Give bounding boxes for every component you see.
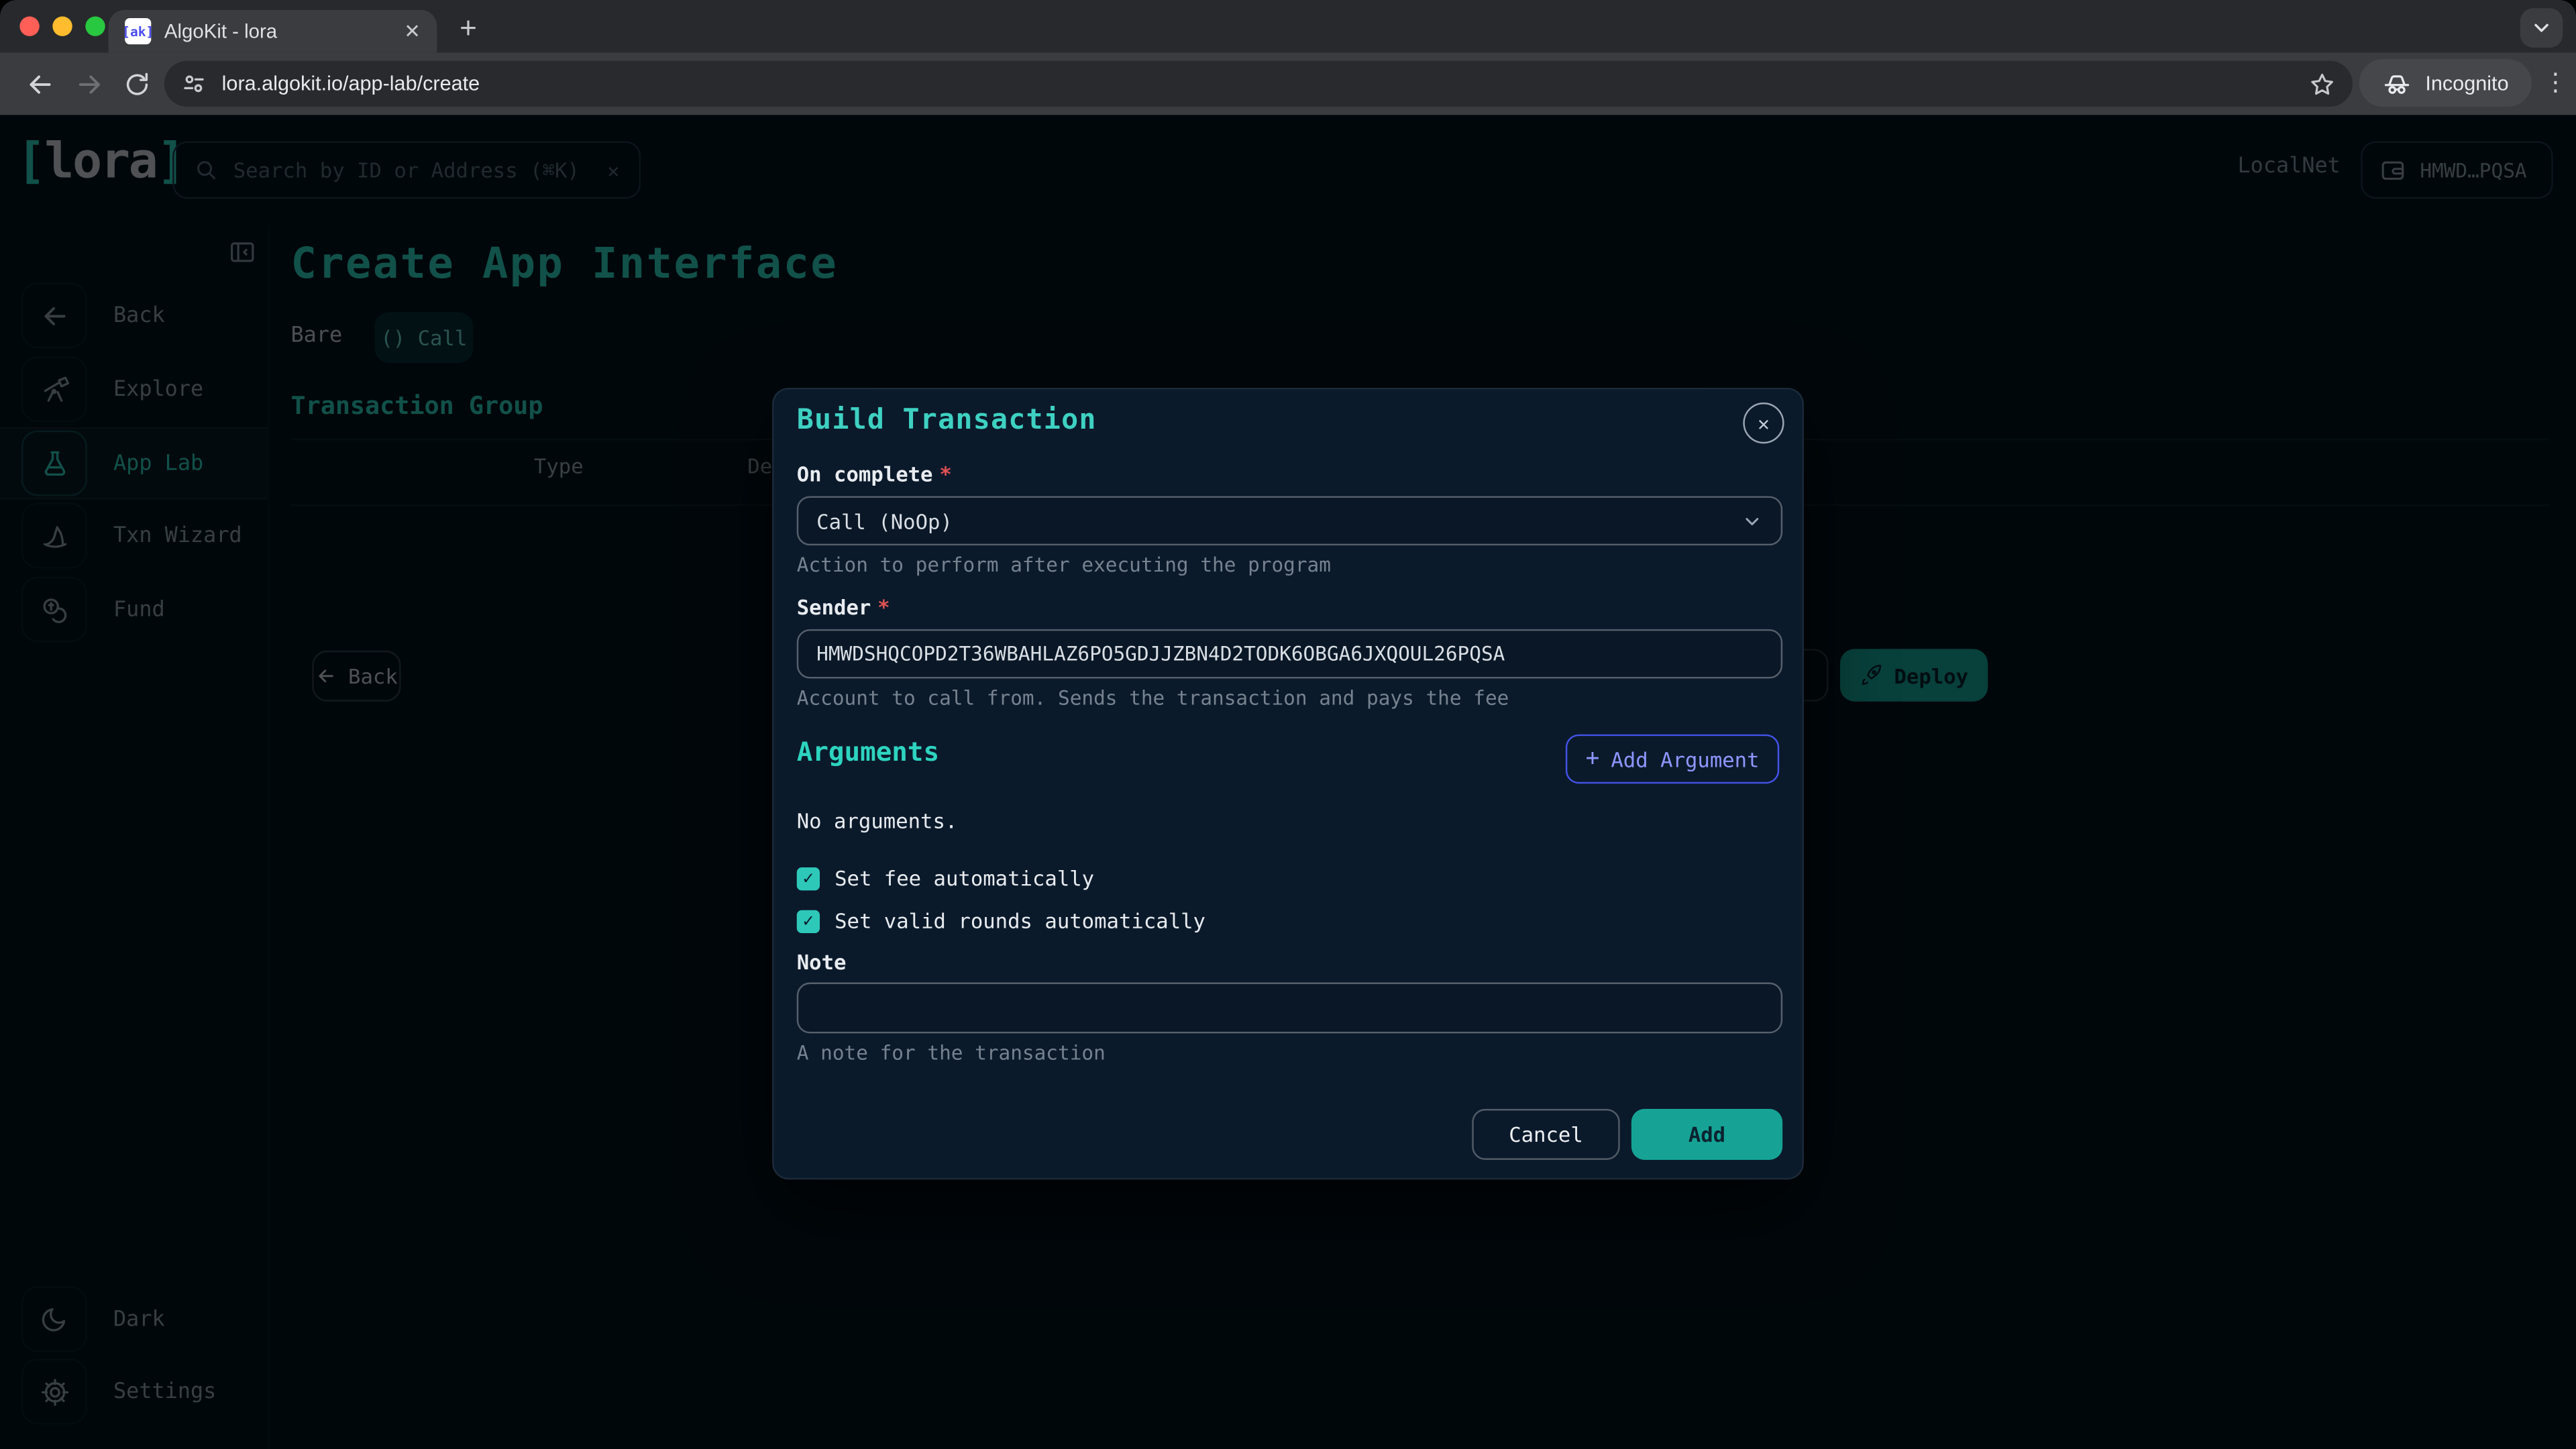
sender-label: Sender* [797, 595, 890, 620]
incognito-label: Incognito [2425, 72, 2508, 95]
browser-menu-button[interactable]: ⋮ [2543, 67, 2566, 97]
new-tab-button[interactable]: + [447, 7, 490, 50]
note-label: Note [797, 950, 847, 975]
tab-favicon-icon: [ak] [125, 18, 151, 44]
add-button[interactable]: Add [1631, 1109, 1782, 1160]
required-asterisk: * [877, 595, 890, 620]
set-valid-rounds-checkbox-row[interactable]: ✓ Set valid rounds automatically [797, 908, 1205, 933]
tab-close-icon[interactable]: ✕ [404, 19, 421, 42]
required-asterisk: * [939, 462, 951, 486]
add-argument-button[interactable]: + Add Argument [1566, 735, 1779, 784]
back-arrow-icon [24, 68, 56, 100]
url-bar[interactable]: lora.algokit.io/app-lab/create [164, 61, 2353, 107]
reload-icon [122, 70, 150, 98]
note-input[interactable] [797, 982, 1782, 1033]
on-complete-label: On complete* [797, 462, 952, 486]
on-complete-value: Call (NoOp) [816, 508, 953, 533]
zoom-window-button[interactable] [85, 16, 105, 36]
forward-arrow-icon [73, 68, 105, 100]
no-arguments-text: No arguments. [797, 808, 958, 833]
back-nav-button[interactable] [16, 61, 62, 107]
dialog-close-button[interactable]: ✕ [1743, 402, 1784, 443]
bookmark-star-icon[interactable] [2308, 70, 2337, 98]
app-page: [lora] Search by ID or Address (⌘K) ✕ Lo… [0, 115, 2576, 1449]
reload-button[interactable] [113, 61, 160, 107]
add-argument-label: Add Argument [1611, 747, 1759, 771]
forward-nav-button[interactable] [66, 61, 112, 107]
site-info-icon[interactable] [180, 70, 207, 97]
browser-window: [ak] AlgoKit - lora ✕ + lora.algokit.io/… [0, 0, 2576, 1449]
tab-strip: [ak] AlgoKit - lora ✕ + [0, 0, 2576, 52]
build-transaction-dialog: Build Transaction ✕ On complete* Call (N… [772, 388, 1804, 1179]
chevron-down-icon [2530, 16, 2553, 39]
minimize-window-button[interactable] [52, 16, 72, 36]
cancel-button[interactable]: Cancel [1472, 1109, 1619, 1160]
set-fee-checkbox-row[interactable]: ✓ Set fee automatically [797, 866, 1094, 891]
checkbox-checked-icon[interactable]: ✓ [797, 910, 820, 932]
plus-icon: + [1586, 746, 1600, 772]
sender-input[interactable]: HMWDSHQCOPD2T36WBAHLAZ6PO5GDJJZBN4D2TODK… [797, 629, 1782, 678]
browser-tab[interactable]: [ak] AlgoKit - lora ✕ [109, 10, 437, 53]
browser-toolbar: lora.algokit.io/app-lab/create Incognito… [0, 52, 2576, 115]
incognito-icon [2383, 68, 2412, 98]
tab-search-button[interactable] [2520, 8, 2563, 48]
dialog-title: Build Transaction [797, 404, 1097, 437]
on-complete-helper: Action to perform after executing the pr… [797, 553, 1331, 576]
set-fee-label: Set fee automatically [835, 866, 1094, 891]
url-text[interactable]: lora.algokit.io/app-lab/create [222, 72, 2294, 95]
set-valid-rounds-label: Set valid rounds automatically [835, 908, 1205, 933]
note-helper: A note for the transaction [797, 1042, 1106, 1065]
traffic-lights [19, 16, 105, 36]
close-window-button[interactable] [19, 16, 39, 36]
checkbox-checked-icon[interactable]: ✓ [797, 867, 820, 890]
sender-helper: Account to call from. Sends the transact… [797, 687, 1509, 710]
on-complete-select[interactable]: Call (NoOp) [797, 496, 1782, 545]
tab-title: AlgoKit - lora [164, 19, 391, 42]
chevron-down-icon [1741, 510, 1763, 531]
arguments-heading: Arguments [797, 736, 939, 767]
sender-value: HMWDSHQCOPD2T36WBAHLAZ6PO5GDJJZBN4D2TODK… [816, 643, 1505, 665]
incognito-badge: Incognito [2359, 59, 2531, 107]
